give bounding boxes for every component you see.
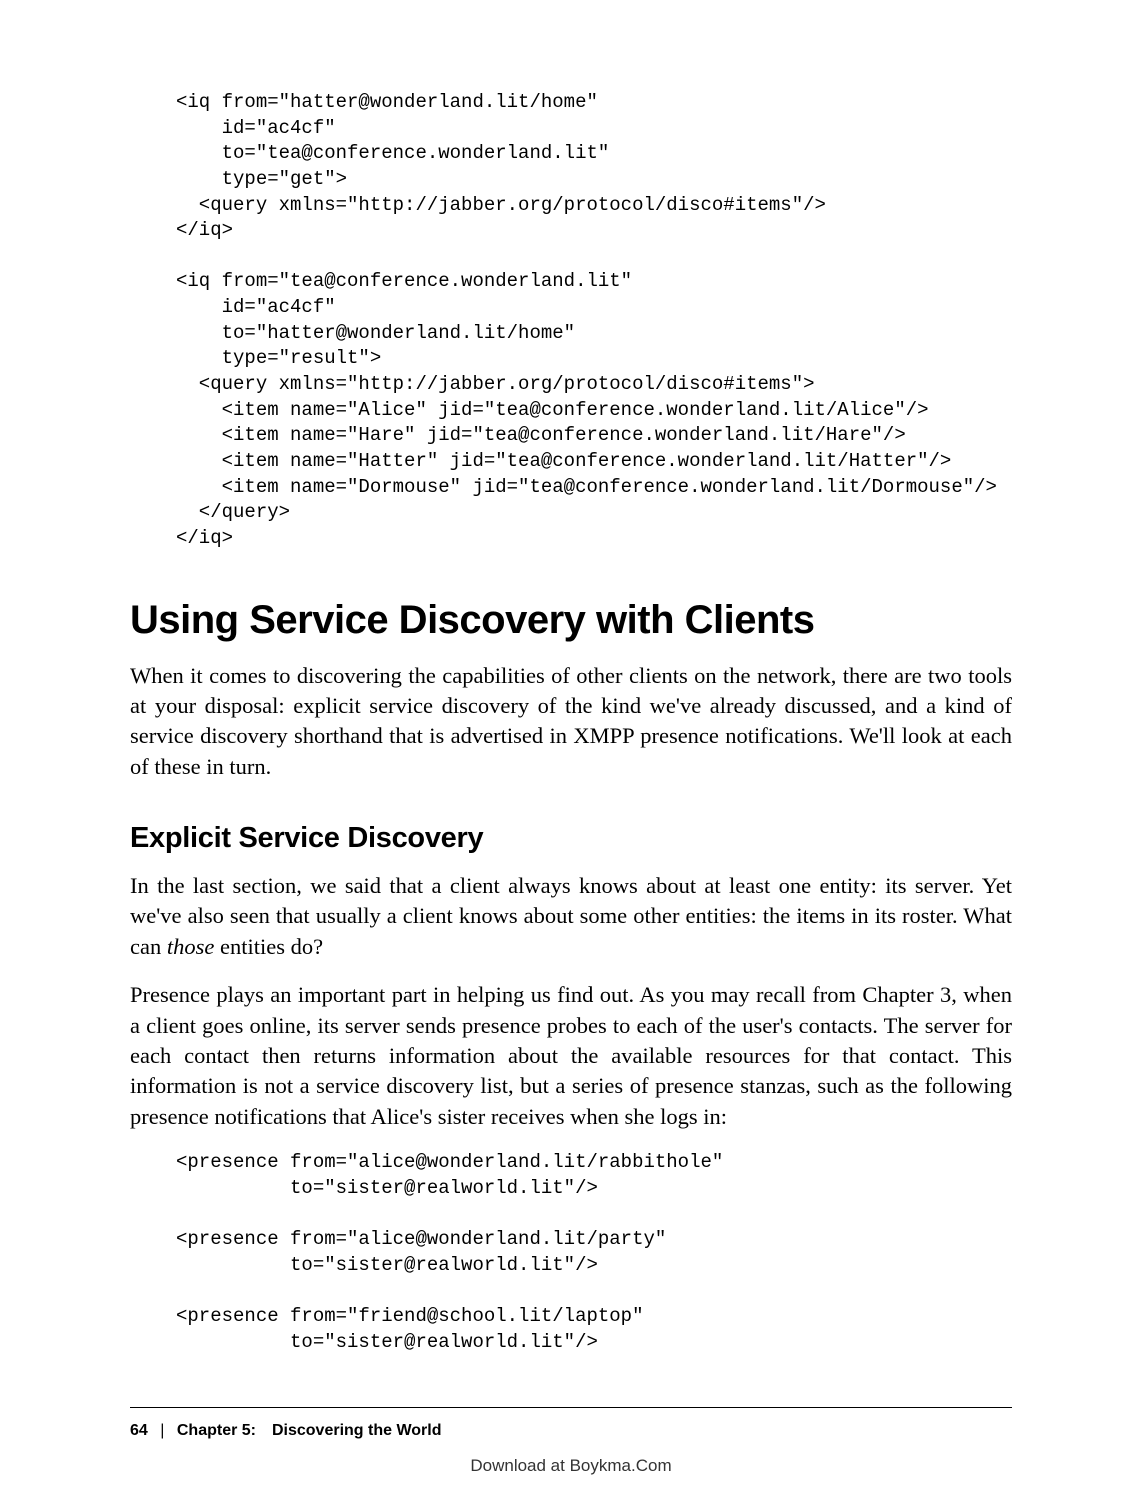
footer-rule [130, 1407, 1012, 1408]
paragraph-presence: Presence plays an important part in help… [130, 980, 1012, 1132]
code-block-presence: <presence from="alice@wonderland.lit/rab… [130, 1150, 1012, 1355]
page-number: 64 [130, 1422, 148, 1439]
section-heading: Using Service Discovery with Clients [130, 598, 1012, 643]
text-run: entities do? [214, 934, 323, 959]
emphasis-those: those [167, 934, 215, 959]
page: <iq from="hatter@wonderland.lit/home" id… [0, 0, 1142, 1500]
subsection-heading: Explicit Service Discovery [130, 822, 1012, 855]
download-notice: Download at Boykma.Com [0, 1456, 1142, 1476]
chapter-label: Chapter 5: Discovering the World [177, 1422, 442, 1439]
paragraph-roster: In the last section, we said that a clie… [130, 871, 1012, 962]
paragraph-intro: When it comes to discovering the capabil… [130, 661, 1012, 783]
page-footer: 64 | Chapter 5: Discovering the World [130, 1422, 442, 1440]
code-block-disco-items: <iq from="hatter@wonderland.lit/home" id… [130, 90, 1012, 552]
footer-separator: | [160, 1422, 164, 1439]
